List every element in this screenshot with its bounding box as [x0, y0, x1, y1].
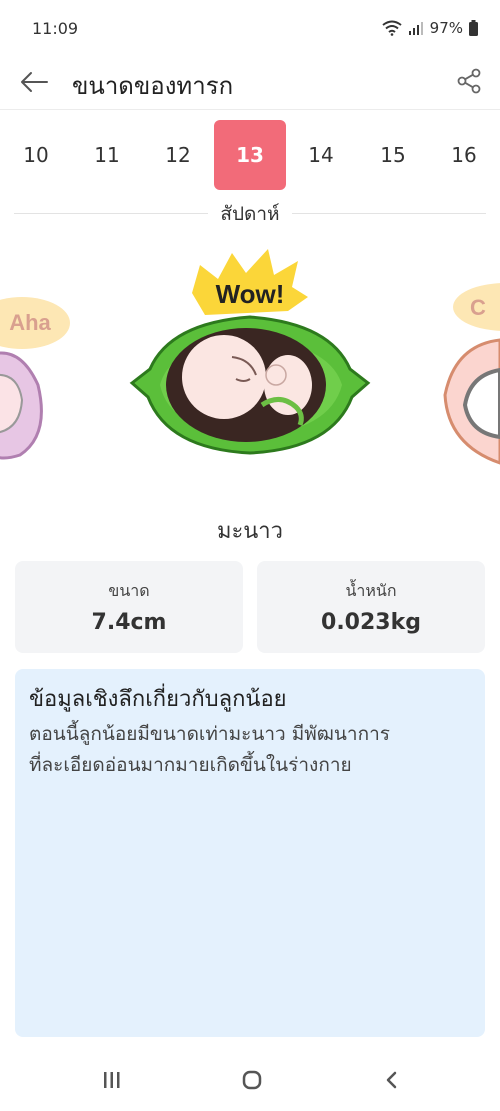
size-label: ขนาด	[108, 581, 150, 600]
insight-body: ตอนนี้ลูกน้อยมีขนาดเท่ามะนาว มีพัฒนาการ …	[29, 719, 471, 781]
right-badge-text: C	[470, 295, 486, 320]
size-value: 7.4cm	[91, 610, 167, 635]
week-item[interactable]: 16	[428, 120, 500, 190]
weight-card: น้ำหนัก 0.023kg	[257, 561, 485, 653]
wifi-icon	[382, 20, 402, 36]
home-icon	[242, 1070, 262, 1090]
status-bar: 11:09 97%	[0, 0, 500, 58]
status-indicators: 97%	[382, 19, 478, 37]
insight-title: ข้อมูลเชิงลึกเกี่ยวกับลูกน้อย	[29, 687, 287, 712]
back-button[interactable]	[16, 64, 52, 100]
lime-fetus-illustration: Wow!	[129, 249, 371, 455]
status-time: 11:09	[32, 19, 79, 38]
insight-card: ข้อมูลเชิงลึกเกี่ยวกับลูกน้อย ตอนนี้ลูกน…	[15, 669, 485, 1037]
insight-line: ที่ละเอียดอ่อนมากมายเกิดขึ้นในร่างกาย	[29, 754, 352, 776]
week-item[interactable]: 10	[0, 120, 72, 190]
left-badge-text: Aha	[9, 310, 51, 335]
recents-button[interactable]	[92, 1060, 132, 1100]
weight-label: น้ำหนัก	[345, 581, 397, 600]
week-label: สัปดาห์	[0, 199, 500, 229]
recents-icon	[104, 1072, 120, 1088]
week-selector: 10 11 12 13 14 15 16	[0, 120, 500, 190]
week-item[interactable]: 15	[357, 120, 429, 190]
week-item-selected[interactable]: 13	[214, 120, 286, 190]
fruit-name: มะนาว	[216, 519, 284, 544]
chevron-left-icon	[386, 1071, 397, 1089]
insight-line: ตอนนี้ลูกน้อยมีขนาดเท่ามะนาว มีพัฒนาการ	[29, 723, 390, 745]
fetus-illustration-carousel[interactable]: Aha C Wow!	[0, 235, 500, 505]
battery-percent: 97%	[429, 19, 463, 37]
week-item[interactable]: 11	[71, 120, 143, 190]
share-icon	[457, 68, 481, 94]
previous-week-illustration[interactable]: Aha	[0, 297, 70, 460]
nav-back-button[interactable]	[372, 1060, 412, 1100]
next-week-illustration[interactable]: C	[443, 283, 500, 465]
page-title: ขนาดของทารก	[72, 72, 234, 100]
arrow-left-icon	[21, 72, 48, 92]
week-item[interactable]: 14	[285, 120, 357, 190]
size-card: ขนาด 7.4cm	[15, 561, 243, 653]
share-button[interactable]	[452, 64, 486, 98]
system-nav-bar	[0, 1050, 500, 1111]
signal-icon	[408, 22, 423, 35]
battery-icon	[469, 20, 478, 36]
center-badge-text: Wow!	[216, 279, 285, 309]
app-bar: ขนาดของทารก	[0, 58, 500, 110]
home-button[interactable]	[232, 1060, 272, 1100]
weight-value: 0.023kg	[321, 610, 421, 635]
week-item[interactable]: 12	[142, 120, 214, 190]
